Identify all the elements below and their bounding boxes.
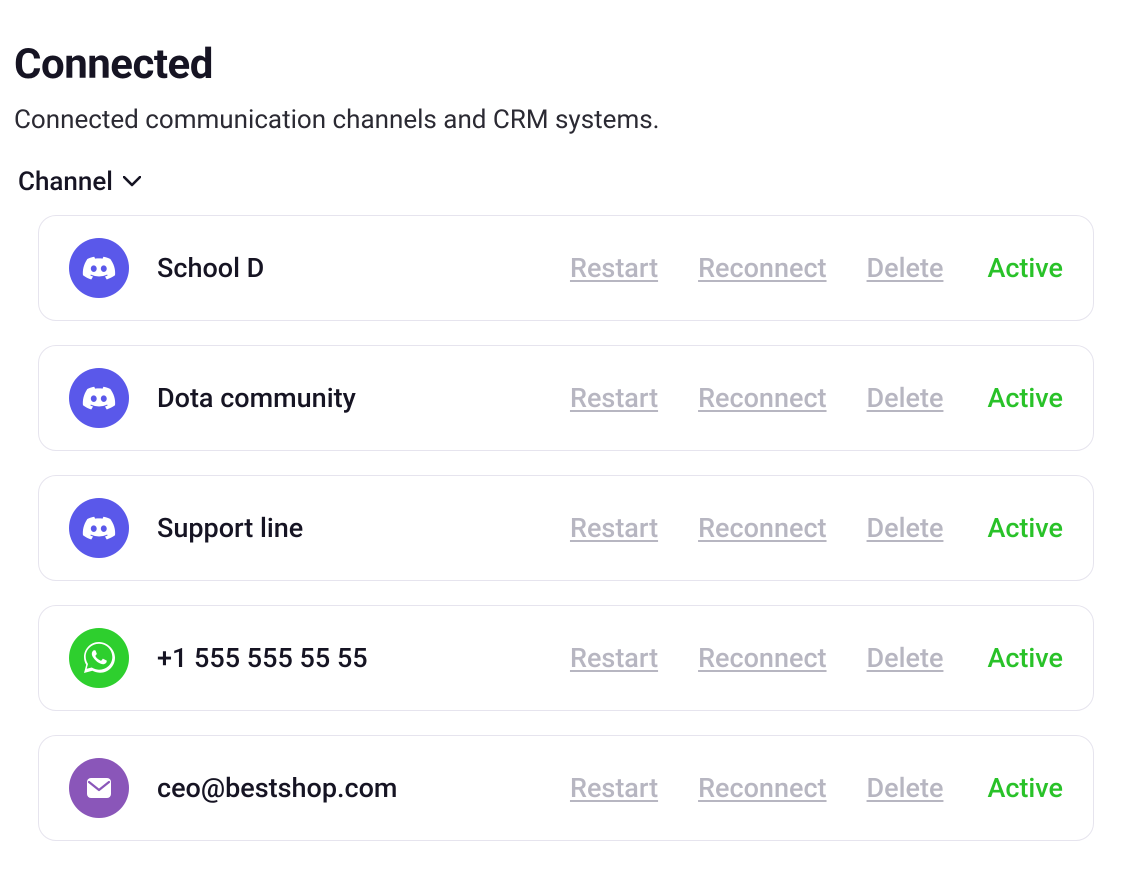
channel-name: Support line — [157, 512, 570, 544]
restart-link[interactable]: Restart — [570, 382, 658, 414]
delete-link[interactable]: Delete — [867, 512, 944, 544]
chevron-down-icon — [123, 173, 141, 191]
channel-actions: Restart Reconnect Delete Active — [570, 382, 1063, 414]
reconnect-link[interactable]: Reconnect — [698, 382, 826, 414]
page-subtitle: Connected communication channels and CRM… — [14, 105, 1118, 135]
channel-row: Support lineRestart Reconnect Delete Active — [38, 475, 1094, 581]
restart-link[interactable]: Restart — [570, 512, 658, 544]
delete-link[interactable]: Delete — [867, 772, 944, 804]
channel-actions: Restart Reconnect Delete Active — [570, 772, 1063, 804]
mail-icon — [69, 758, 129, 818]
channel-actions: Restart Reconnect Delete Active — [570, 512, 1063, 544]
channel-name: ceo@bestshop.com — [157, 772, 570, 804]
restart-link[interactable]: Restart — [570, 772, 658, 804]
channel-row: ceo@bestshop.comRestart Reconnect Delete Ac… — [38, 735, 1094, 841]
reconnect-link[interactable]: Reconnect — [698, 512, 826, 544]
status-badge: Active — [987, 512, 1063, 544]
page-title: Connected — [14, 40, 1118, 89]
status-badge: Active — [987, 382, 1063, 414]
channel-list: School DRestartReconnectDeleteActiveDota… — [14, 215, 1118, 841]
channel-actions: Restart Reconnect Delete Active — [570, 642, 1063, 674]
channel-name: +1 555 555 55 55 — [157, 642, 570, 674]
filter-label: Channel — [18, 167, 113, 197]
channel-row: Dota communityRestart Reconnect Delete Acti… — [38, 345, 1094, 451]
channel-row: School DRestart Reconnect Delete Active — [38, 215, 1094, 321]
delete-link[interactable]: Delete — [867, 382, 944, 414]
delete-link[interactable]: Delete — [867, 642, 944, 674]
discord-icon — [69, 238, 129, 298]
restart-link[interactable]: Restart — [570, 642, 658, 674]
channel-filter-dropdown[interactable]: Channel — [14, 167, 1118, 197]
channel-name: Dota community — [157, 382, 570, 414]
discord-icon — [69, 498, 129, 558]
channel-actions: Restart Reconnect Delete Active — [570, 252, 1063, 284]
discord-icon — [69, 368, 129, 428]
reconnect-link[interactable]: Reconnect — [698, 252, 826, 284]
restart-link[interactable]: Restart — [570, 252, 658, 284]
channel-row: +1 555 555 55 55Restart Reconnect Delete Ac… — [38, 605, 1094, 711]
reconnect-link[interactable]: Reconnect — [698, 772, 826, 804]
status-badge: Active — [987, 642, 1063, 674]
channel-name: School D — [157, 252, 570, 284]
status-badge: Active — [987, 252, 1063, 284]
reconnect-link[interactable]: Reconnect — [698, 642, 826, 674]
delete-link[interactable]: Delete — [867, 252, 944, 284]
whatsapp-icon — [69, 628, 129, 688]
status-badge: Active — [987, 772, 1063, 804]
